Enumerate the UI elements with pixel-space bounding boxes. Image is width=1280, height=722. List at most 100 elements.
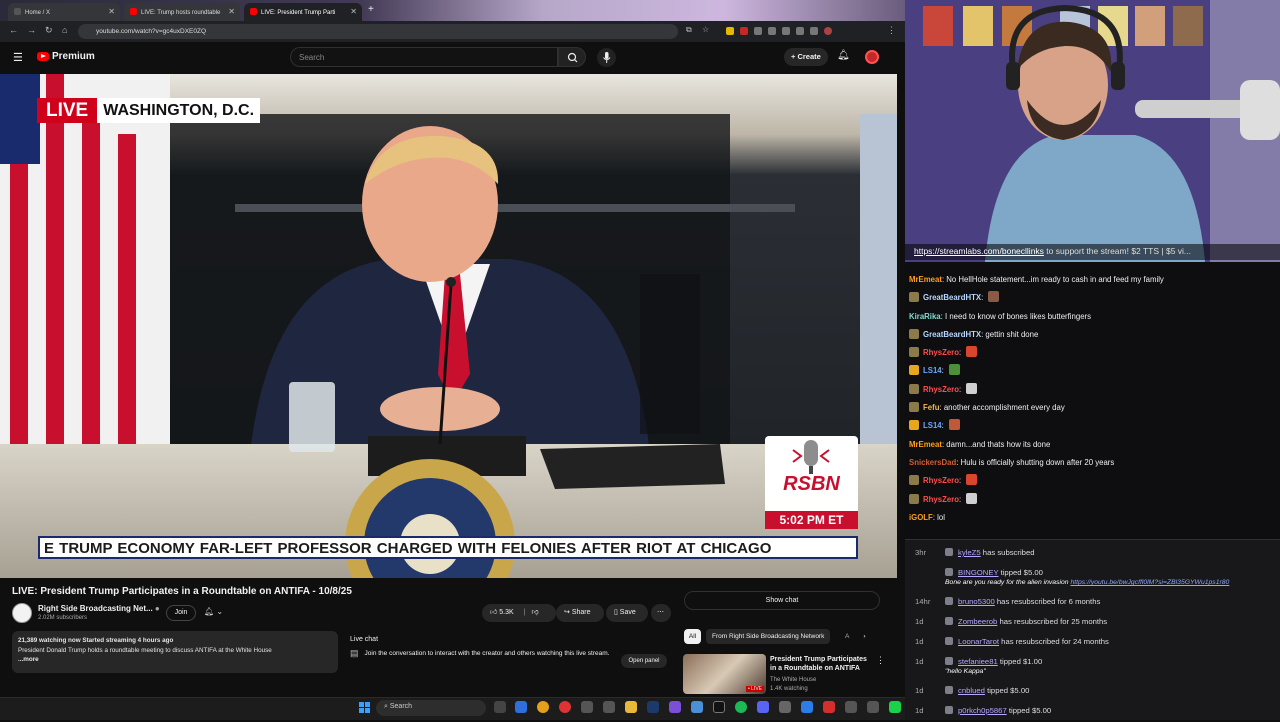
app-icon[interactable] (669, 701, 681, 713)
chat-username[interactable]: Fefu (923, 403, 939, 412)
event-user[interactable]: stefaniee81 (958, 657, 998, 666)
extension-icon[interactable] (768, 27, 776, 35)
url-field[interactable]: youtube.com/watch?v=gc4uxDXE0ZQ (78, 24, 678, 39)
recommendation-title[interactable]: President Trump Participates in a Roundt… (770, 655, 874, 673)
show-chat-button[interactable]: Show chat (684, 591, 880, 610)
recommendation-thumbnail[interactable]: • LIVE (683, 654, 766, 694)
channel-avatar[interactable] (12, 603, 32, 623)
chat-username[interactable]: iGOLF (909, 513, 933, 522)
share-button[interactable]: ↪ Share (556, 604, 604, 622)
reload-icon[interactable]: ↻ (45, 25, 53, 36)
chrome-icon[interactable] (537, 701, 549, 713)
youtube-brand[interactable]: Premium (52, 51, 95, 62)
video-player[interactable] (0, 74, 897, 578)
extension-icon[interactable] (796, 27, 804, 35)
app-icon[interactable] (559, 701, 571, 713)
extension-icon[interactable] (740, 27, 748, 35)
open-panel-button[interactable]: Open panel (621, 654, 667, 668)
chat-username[interactable]: RhysZero (923, 476, 959, 485)
channel-name[interactable]: Right Side Broadcasting Net... ● (38, 604, 160, 613)
app-icon[interactable] (867, 701, 879, 713)
app-icon[interactable] (823, 701, 835, 713)
app-icon[interactable] (845, 701, 857, 713)
event-user[interactable]: kyleZ5 (958, 548, 981, 557)
profile-icon[interactable] (824, 27, 832, 35)
chat-username[interactable]: KiraRika (909, 312, 941, 321)
chat-username[interactable]: MrEmeat (909, 275, 942, 284)
menu-icon[interactable]: ⋮ (887, 25, 896, 36)
more-actions-button[interactable]: ⋯ (651, 604, 671, 622)
forward-icon[interactable]: → (27, 25, 36, 35)
join-button[interactable]: Join (166, 605, 196, 621)
app-icon[interactable] (691, 701, 703, 713)
search-button[interactable] (558, 47, 586, 67)
extension-icon[interactable] (754, 27, 762, 35)
close-tab-icon[interactable]: ✕ (108, 7, 115, 16)
browser-tab-1[interactable]: Home / X ✕ (8, 3, 120, 21)
chat-username[interactable]: RhysZero (923, 348, 959, 357)
event-user[interactable]: Zombeerob (958, 617, 997, 626)
streamlabs-link[interactable]: https://streamlabs.com/bonecllinks (914, 246, 1044, 256)
event-user[interactable]: LoonarTarot (958, 637, 999, 646)
app-icon[interactable] (581, 701, 593, 713)
subscription-bell-icon[interactable]: 🔔︎ ⌄ (204, 607, 223, 616)
chat-username[interactable]: RhysZero (923, 385, 959, 394)
event-user[interactable]: bruno5300 (958, 597, 995, 606)
event-user[interactable]: p0rkch0p5867 (958, 706, 1007, 715)
close-tab-icon[interactable]: ✕ (350, 7, 357, 16)
search-input[interactable]: Search (290, 47, 558, 67)
hamburger-menu-icon[interactable]: ☰ (13, 51, 23, 64)
browser-tab-3[interactable]: LIVE: President Trump Parti ✕ (244, 3, 362, 21)
browser-tab-2[interactable]: LIVE: Trump hosts roundtable ✕ (124, 3, 240, 21)
close-tab-icon[interactable]: ✕ (228, 7, 235, 16)
obs-icon[interactable] (713, 701, 725, 713)
chip-next[interactable]: A › (845, 629, 866, 644)
cast-icon[interactable]: ⧉ (686, 25, 692, 35)
youtube-logo-icon[interactable] (37, 52, 49, 61)
search-icon (567, 52, 578, 63)
file-explorer-icon[interactable] (625, 701, 637, 713)
new-tab-icon[interactable]: + (368, 4, 374, 15)
event-user[interactable]: cnblued (958, 686, 985, 695)
account-avatar[interactable] (865, 50, 879, 64)
like-dislike-button[interactable]: 👍︎ 5.3K | 👎︎ (482, 604, 556, 622)
app-icon[interactable] (801, 701, 813, 713)
chat-username[interactable]: LS14 (923, 366, 942, 375)
chat-username[interactable]: RhysZero (923, 495, 959, 504)
thumbs-down-icon[interactable]: 👎︎ (532, 609, 539, 616)
bookmark-star-icon[interactable]: ☆ (702, 25, 709, 34)
event-user[interactable]: BINGONEY (958, 568, 998, 577)
chat-username[interactable]: GreatBeardHTX (923, 293, 981, 302)
discord-icon[interactable] (757, 701, 769, 713)
extension-icon[interactable] (782, 27, 790, 35)
save-button[interactable]: ▯ Save (606, 604, 648, 622)
steam-icon[interactable] (647, 701, 659, 713)
chat-username[interactable]: SnickersDad (909, 458, 956, 467)
recommendation-menu-icon[interactable]: ⋮ (876, 655, 885, 666)
event-link[interactable]: https://youtu.be/bwJgcffl0lM?si=ZBl35GYW… (1070, 579, 1229, 586)
chip-from-channel[interactable]: From Right Side Broadcasting Network (706, 629, 831, 644)
extension-icon[interactable] (810, 27, 818, 35)
voice-search-button[interactable] (597, 48, 616, 67)
home-icon[interactable]: ⌂ (62, 25, 67, 35)
task-view-icon[interactable] (494, 701, 506, 713)
chat-username[interactable]: MrEmeat (909, 440, 942, 449)
create-button[interactable]: + Create (784, 48, 828, 66)
chat-username[interactable]: GreatBeardHTX (923, 330, 981, 339)
edge-icon[interactable] (515, 701, 527, 713)
taskbar-search[interactable]: ⌕ Search (376, 700, 486, 716)
app-icon[interactable] (889, 701, 901, 713)
news-ticker: E TRUMP ECONOMY FAR-LEFT PROFESSOR CHARG… (38, 536, 858, 559)
app-icon[interactable] (779, 701, 791, 713)
chat-username[interactable]: LS14 (923, 421, 942, 430)
chip-all[interactable]: All (684, 629, 701, 644)
notifications-bell-icon[interactable]: 🔔︎ (837, 50, 850, 61)
windows-start-icon[interactable] (359, 702, 370, 713)
chevron-right-icon[interactable]: › (863, 633, 865, 640)
description-box[interactable]: 21,389 watching now Started streaming 4 … (12, 631, 338, 673)
back-icon[interactable]: ← (9, 25, 18, 35)
app-icon[interactable] (603, 701, 615, 713)
spotify-icon[interactable] (735, 701, 747, 713)
chat-message: MrEmeat: damn...and thats how its done (909, 439, 1051, 449)
extension-icon[interactable] (726, 27, 734, 35)
